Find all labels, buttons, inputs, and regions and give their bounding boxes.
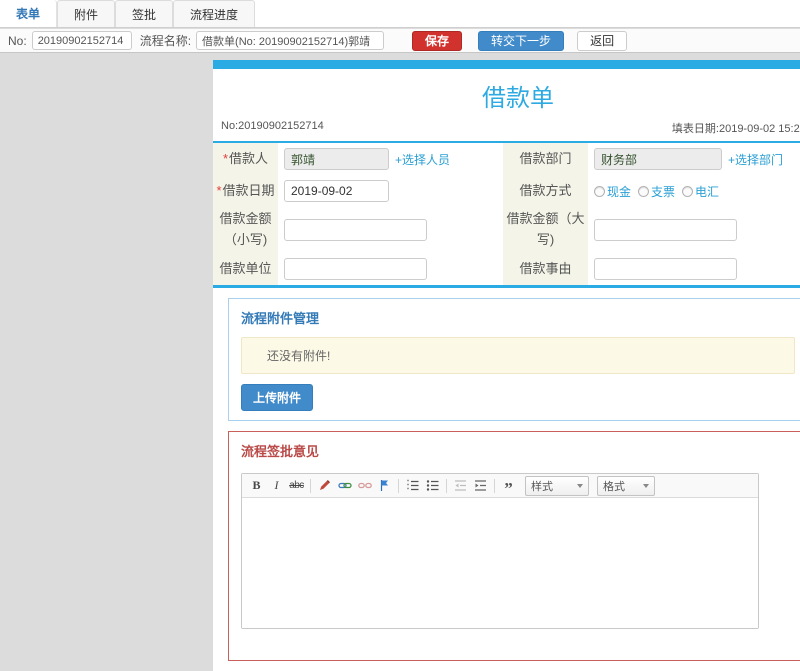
chevron-down-icon: [643, 483, 649, 488]
department-label: 借款部门: [503, 143, 588, 175]
chevron-down-icon: [577, 483, 583, 488]
save-button[interactable]: 保存: [412, 30, 463, 51]
page-title: 借款单: [482, 85, 554, 112]
panel-top-accent-bar: [213, 60, 800, 69]
amount-uppercase-input[interactable]: [594, 219, 737, 241]
amount-lowercase-input[interactable]: [284, 219, 427, 241]
borrower-label: *借款人: [213, 143, 278, 175]
select-person-link[interactable]: +选择人员: [395, 151, 450, 168]
form-number-text: No:20190902152714: [221, 120, 324, 132]
radio-wire[interactable]: 电汇: [682, 183, 719, 200]
loan-method-radios: 现金 支票 电汇: [594, 183, 719, 200]
borrower-input[interactable]: [284, 148, 389, 170]
upload-attachment-button[interactable]: 上传附件: [241, 384, 314, 411]
loan-method-label: 借款方式: [503, 175, 588, 207]
forward-next-step-button[interactable]: 转交下一步: [478, 30, 565, 51]
loan-date-input[interactable]: [284, 180, 389, 202]
toolbar-separator: [494, 478, 495, 493]
process-name-input[interactable]: [196, 31, 385, 50]
tab-form[interactable]: 表单: [0, 0, 58, 27]
tab-attachments[interactable]: 附件: [57, 0, 116, 27]
loan-date-label: *借款日期: [213, 175, 278, 207]
divider: [213, 285, 800, 288]
loan-form-grid: *借款人 +选择人员 借款部门 +选择部门 *借款日期 借款方式 现金: [213, 143, 800, 285]
radio-check[interactable]: 支票: [638, 183, 675, 200]
select-department-link[interactable]: +选择部门: [728, 151, 783, 168]
rich-text-editor: B I abc ” 样式 格式: [241, 473, 759, 629]
loan-reason-input[interactable]: [594, 258, 737, 280]
amount-uppercase-label: 借款金额（大写): [503, 207, 588, 253]
outdent-icon[interactable]: [452, 477, 469, 494]
editor-content-area[interactable]: [242, 498, 758, 628]
radio-circle-icon: [682, 185, 694, 197]
toolbar-separator: [398, 478, 399, 493]
unlink-icon[interactable]: [356, 477, 373, 494]
radio-cash[interactable]: 现金: [594, 183, 631, 200]
loan-unit-input[interactable]: [284, 258, 427, 280]
bulleted-list-icon[interactable]: [424, 477, 441, 494]
styles-dropdown[interactable]: 样式: [525, 475, 589, 496]
toolbar-separator: [446, 478, 447, 493]
approval-opinion-panel: 流程签批意见 B I abc ” 样式 格式: [228, 431, 800, 661]
format-brush-icon[interactable]: [316, 477, 333, 494]
attachments-panel-title: 流程附件管理: [241, 311, 320, 326]
radio-circle-icon: [638, 185, 650, 197]
no-attachments-alert: 还没有附件!: [241, 337, 795, 374]
loan-reason-label: 借款事由: [503, 253, 588, 285]
process-name-label: 流程名称:: [139, 34, 192, 48]
anchor-flag-icon[interactable]: [376, 477, 393, 494]
tab-bar: 表单 附件 签批 流程进度: [0, 0, 800, 28]
tab-progress[interactable]: 流程进度: [173, 0, 256, 27]
tab-approval[interactable]: 签批: [115, 0, 174, 27]
strikethrough-icon[interactable]: abc: [288, 477, 305, 494]
approval-opinion-title: 流程签批意见: [241, 444, 320, 459]
no-input[interactable]: [31, 31, 132, 50]
loan-unit-label: 借款单位: [213, 253, 278, 285]
attachments-panel: 流程附件管理 还没有附件! 上传附件: [228, 298, 800, 421]
numbered-list-icon[interactable]: [404, 477, 421, 494]
fill-date-text: 填表日期:2019-09-02 15:27:1: [671, 123, 800, 135]
toolbar-separator: [310, 478, 311, 493]
indent-icon[interactable]: [472, 477, 489, 494]
format-dropdown[interactable]: 格式: [597, 475, 655, 496]
editor-toolbar: B I abc ” 样式 格式: [242, 474, 758, 498]
loan-form-panel: 借款单 No:20190902152714 填表日期:2019-09-02 15…: [213, 60, 800, 671]
bold-icon[interactable]: B: [248, 477, 265, 494]
no-label: No:: [8, 33, 27, 48]
back-button[interactable]: 返回: [577, 30, 628, 51]
amount-lowercase-label: 借款金额（小写): [213, 207, 278, 253]
action-toolbar: No: 流程名称: 保存 转交下一步 返回: [0, 29, 800, 53]
radio-circle-icon: [594, 185, 605, 197]
italic-icon[interactable]: I: [268, 477, 285, 494]
department-input[interactable]: [594, 148, 722, 170]
blockquote-icon[interactable]: ”: [500, 477, 517, 497]
link-icon[interactable]: [336, 477, 353, 494]
